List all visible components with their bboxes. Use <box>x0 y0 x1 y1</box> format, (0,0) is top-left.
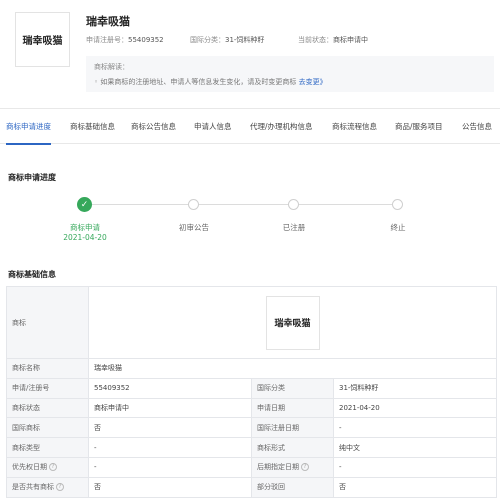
step-dot-icon <box>288 199 299 210</box>
step-dot-icon <box>392 199 403 210</box>
reg-no-label: 申请注册号： <box>86 36 128 44</box>
info-value: - <box>332 456 498 478</box>
basic-info-section-title: 商标基础信息 <box>8 270 56 279</box>
tab-applicant-info[interactable]: 申请人信息 <box>194 109 232 144</box>
status-value: 商标申请中 <box>333 36 368 44</box>
info-tabs: 商标申请进度 商标基础信息 商标公告信息 申请人信息 代理/办理机构信息 商标流… <box>0 108 500 145</box>
info-key: 申请日期 <box>251 397 334 419</box>
info-key: 优先权日期 <box>12 463 47 472</box>
info-value: 否 <box>88 417 252 439</box>
class-value: 31-饲料种籽 <box>225 36 265 44</box>
table-row: 商标类型 - 商标形式 纯中文 <box>6 437 498 458</box>
info-value: 商标申请中 <box>88 397 252 419</box>
help-icon[interactable]: ? <box>56 483 64 492</box>
name-label: 商标名称 <box>6 358 89 379</box>
step-dot-icon <box>188 199 199 210</box>
trademark-image: 瑞幸吸猫 <box>265 295 320 350</box>
step-label: 已注册 <box>282 223 306 232</box>
step-label: 商标申请 <box>70 223 100 232</box>
help-icon[interactable]: ? <box>49 463 57 472</box>
progress-track <box>92 204 396 205</box>
mark-cell: 瑞幸吸猫 <box>87 286 498 359</box>
table-row: 国际商标 否 国际注册日期 - <box>6 417 498 439</box>
trademark-title: 瑞幸吸猫 <box>86 15 130 28</box>
info-value: 31-饲料种籽 <box>332 377 498 399</box>
info-key-with-help: 后期指定日期? <box>251 456 334 478</box>
info-key: 商标形式 <box>251 437 334 458</box>
trademark-logo: 瑞幸吸猫 <box>15 12 70 67</box>
explain-text-line: ◦ 如果商标的注册地址、申请人等信息发生变化，请及时变更商标 去变更》 <box>94 77 486 87</box>
name-value: 瑞幸吸猫 <box>87 358 498 379</box>
reg-no-value: 55409352 <box>128 36 164 44</box>
explain-text: ◦ 如果商标的注册地址、申请人等信息发生变化，请及时变更商标 <box>94 78 297 86</box>
status-label: 当前状态： <box>298 36 333 44</box>
trademark-logo-text: 瑞幸吸猫 <box>22 36 63 47</box>
table-row: 商标 瑞幸吸猫 <box>6 286 498 359</box>
table-row: 申请/注册号 55409352 国际分类 31-饲料种籽 <box>6 377 498 399</box>
application-progress: ✓ 商标申请 2021-04-20 初审公告 已注册 终止 <box>0 192 500 244</box>
status-meta: 当前状态：商标申请中 <box>298 35 368 45</box>
info-value: 纯中文 <box>332 437 498 458</box>
step-label: 初审公告 <box>179 223 209 232</box>
tab-basic-info[interactable]: 商标基础信息 <box>70 109 115 144</box>
tab-agency-info[interactable]: 代理/办理机构信息 <box>250 109 313 144</box>
info-value: 否 <box>332 476 498 498</box>
progress-section-title: 商标申请进度 <box>8 173 56 182</box>
info-key: 申请/注册号 <box>6 377 89 399</box>
info-key: 后期指定日期 <box>257 463 299 472</box>
tab-process-info[interactable]: 商标流程信息 <box>332 109 377 144</box>
step-date: 2021-04-20 <box>63 233 107 242</box>
mark-image-text: 瑞幸吸猫 <box>274 319 311 329</box>
info-key: 国际分类 <box>251 377 334 399</box>
info-key: 是否共有商标 <box>12 483 54 492</box>
info-key-with-help: 优先权日期? <box>6 456 89 478</box>
class-label: 国际分类： <box>190 36 225 44</box>
info-key: 商标类型 <box>6 437 89 458</box>
step-label: 终止 <box>390 223 406 232</box>
tab-goods-services[interactable]: 商品/服务项目 <box>395 109 443 144</box>
info-key-with-help: 是否共有商标? <box>6 476 89 498</box>
info-key: 国际商标 <box>6 417 89 439</box>
info-value: 否 <box>88 476 252 498</box>
info-value: - <box>88 437 252 458</box>
table-row: 商标名称 瑞幸吸猫 <box>6 358 498 379</box>
tab-announcement-info[interactable]: 商标公告信息 <box>131 109 176 144</box>
info-key: 商标状态 <box>6 397 89 419</box>
table-row: 优先权日期? - 后期指定日期? - <box>6 456 498 478</box>
table-row: 商标状态 商标申请中 申请日期 2021-04-20 <box>6 397 498 419</box>
table-row: 是否共有商标? 否 部分驳回 否 <box>6 476 498 498</box>
step-check-icon: ✓ <box>77 197 92 212</box>
info-key: 部分驳回 <box>251 476 334 498</box>
help-icon[interactable]: ? <box>301 463 309 472</box>
tab-notice-info[interactable]: 公告信息 <box>462 109 492 144</box>
reg-no-meta: 申请注册号：55409352 <box>86 35 164 45</box>
explain-title: 商标解读： <box>94 63 129 71</box>
info-value: 55409352 <box>88 377 252 399</box>
info-value: 2021-04-20 <box>332 397 498 419</box>
class-meta: 国际分类：31-饲料种籽 <box>190 35 264 45</box>
info-value: - <box>332 417 498 439</box>
trademark-explain-box: 商标解读： ◦ 如果商标的注册地址、申请人等信息发生变化，请及时变更商标 去变更… <box>86 56 494 92</box>
info-value: - <box>88 456 252 478</box>
info-key: 国际注册日期 <box>251 417 334 439</box>
change-link[interactable]: 去变更》 <box>299 78 327 86</box>
mark-label: 商标 <box>6 286 89 359</box>
basic-info-table: 商标 瑞幸吸猫 商标名称 瑞幸吸猫 申请/注册号 55409352 国际分类 3… <box>6 286 498 498</box>
tab-application-progress[interactable]: 商标申请进度 <box>6 109 51 145</box>
trademark-header: 瑞幸吸猫 瑞幸吸猫 申请注册号：55409352 国际分类：31-饲料种籽 当前… <box>0 0 500 106</box>
